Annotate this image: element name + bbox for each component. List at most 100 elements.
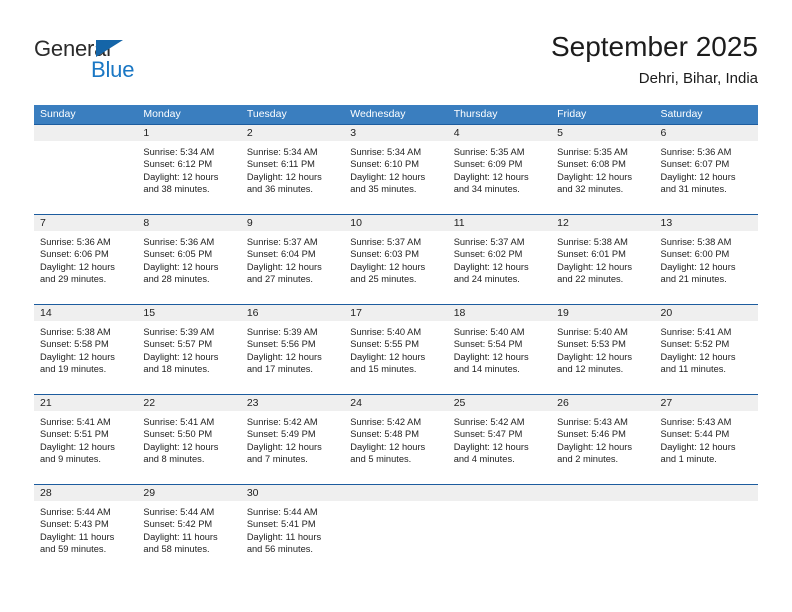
sunrise-line: Sunrise: 5:42 AM xyxy=(246,417,318,427)
sunrise-line: Sunrise: 5:43 AM xyxy=(557,417,628,427)
day-cell[interactable]: 16 Sunrise: 5:39 AM Sunset: 5:56 PM Dayl… xyxy=(240,305,345,394)
daylight-line-2: and 7 minutes. xyxy=(246,454,308,465)
sunset-line: Sunset: 5:55 PM xyxy=(350,339,419,350)
day-number: 24 xyxy=(344,395,448,411)
day-cell[interactable] xyxy=(34,125,138,214)
day-cell[interactable]: 29 Sunrise: 5:44 AM Sunset: 5:42 PM Dayl… xyxy=(137,485,241,574)
day-cell[interactable]: 21 Sunrise: 5:41 AM Sunset: 5:51 PM Dayl… xyxy=(34,395,138,484)
day-cell[interactable]: 27 Sunrise: 5:43 AM Sunset: 5:44 PM Dayl… xyxy=(654,395,758,484)
sunrise-line: Sunrise: 5:37 AM xyxy=(453,237,525,247)
daylight-line-1: Daylight: 12 hours xyxy=(557,351,633,362)
calendar-page: General Blue September 2025 Dehri, Bihar… xyxy=(0,0,792,612)
day-cell[interactable]: 25 Sunrise: 5:42 AM Sunset: 5:47 PM Dayl… xyxy=(447,395,552,484)
day-cell[interactable]: 5 Sunrise: 5:35 AM Sunset: 6:08 PM Dayli… xyxy=(551,125,655,214)
day-details: Sunrise: 5:35 AM Sunset: 6:08 PM Dayligh… xyxy=(551,141,654,196)
sunset-line: Sunset: 6:08 PM xyxy=(557,159,626,170)
day-cell[interactable]: 17 Sunrise: 5:40 AM Sunset: 5:55 PM Dayl… xyxy=(344,305,448,394)
day-cell[interactable]: 24 Sunrise: 5:42 AM Sunset: 5:48 PM Dayl… xyxy=(344,395,448,484)
day-cell[interactable]: 26 Sunrise: 5:43 AM Sunset: 5:46 PM Dayl… xyxy=(551,395,655,484)
day-cell[interactable]: 9 Sunrise: 5:37 AM Sunset: 6:04 PM Dayli… xyxy=(240,215,345,304)
day-cell[interactable]: 11 Sunrise: 5:37 AM Sunset: 6:02 PM Dayl… xyxy=(447,215,552,304)
page-header: General Blue September 2025 Dehri, Bihar… xyxy=(0,0,792,100)
day-cell[interactable]: 22 Sunrise: 5:41 AM Sunset: 5:50 PM Dayl… xyxy=(137,395,241,484)
daylight-line-2: and 2 minutes. xyxy=(557,454,619,465)
sunset-line: Sunset: 5:58 PM xyxy=(40,339,109,350)
day-cell[interactable]: 23 Sunrise: 5:42 AM Sunset: 5:49 PM Dayl… xyxy=(240,395,345,484)
sunrise-line: Sunrise: 5:38 AM xyxy=(660,237,732,247)
daylight-line-1: Daylight: 12 hours xyxy=(660,441,736,452)
day-cell[interactable]: 18 Sunrise: 5:40 AM Sunset: 5:54 PM Dayl… xyxy=(447,305,552,394)
sunset-line: Sunset: 6:07 PM xyxy=(660,159,730,170)
daylight-line-1: Daylight: 12 hours xyxy=(660,351,736,362)
sunrise-line: Sunrise: 5:35 AM xyxy=(453,147,525,157)
day-cell[interactable]: 15 Sunrise: 5:39 AM Sunset: 5:57 PM Dayl… xyxy=(137,305,241,394)
day-cell[interactable]: 3 Sunrise: 5:34 AM Sunset: 6:10 PM Dayli… xyxy=(344,125,448,214)
day-details: Sunrise: 5:38 AM Sunset: 5:58 PM Dayligh… xyxy=(34,321,137,376)
day-cell[interactable]: 19 Sunrise: 5:40 AM Sunset: 5:53 PM Dayl… xyxy=(551,305,655,394)
sunset-line: Sunset: 5:44 PM xyxy=(660,429,730,440)
day-cell[interactable] xyxy=(654,485,758,574)
day-cell[interactable] xyxy=(551,485,655,574)
day-details: Sunrise: 5:42 AM Sunset: 5:48 PM Dayligh… xyxy=(344,411,447,466)
day-details: Sunrise: 5:35 AM Sunset: 6:09 PM Dayligh… xyxy=(448,141,551,196)
weekday-header-tuesday: Tuesday xyxy=(246,108,287,120)
day-cell[interactable]: 12 Sunrise: 5:38 AM Sunset: 6:01 PM Dayl… xyxy=(551,215,655,304)
sunrise-line: Sunrise: 5:39 AM xyxy=(246,327,318,337)
day-details: Sunrise: 5:34 AM Sunset: 6:12 PM Dayligh… xyxy=(137,141,240,196)
day-number: 17 xyxy=(344,305,448,321)
day-details xyxy=(551,501,654,506)
day-number xyxy=(654,485,758,501)
day-cell[interactable]: 6 Sunrise: 5:36 AM Sunset: 6:07 PM Dayli… xyxy=(654,125,758,214)
daylight-line-1: Daylight: 11 hours xyxy=(246,531,322,542)
daylight-line-2: and 9 minutes. xyxy=(40,454,101,465)
sunrise-line: Sunrise: 5:34 AM xyxy=(246,147,318,157)
sunrise-line: Sunrise: 5:35 AM xyxy=(557,147,628,157)
sunset-line: Sunset: 6:06 PM xyxy=(40,249,109,260)
sunset-line: Sunset: 5:42 PM xyxy=(143,519,213,530)
sunrise-line: Sunrise: 5:34 AM xyxy=(350,147,422,157)
day-cell[interactable]: 30 Sunrise: 5:44 AM Sunset: 5:41 PM Dayl… xyxy=(240,485,345,574)
sunset-line: Sunset: 5:49 PM xyxy=(246,429,316,440)
day-cell[interactable]: 14 Sunrise: 5:38 AM Sunset: 5:58 PM Dayl… xyxy=(34,305,138,394)
day-number: 28 xyxy=(34,485,138,501)
sunrise-line: Sunrise: 5:38 AM xyxy=(557,237,628,247)
day-cell[interactable]: 1 Sunrise: 5:34 AM Sunset: 6:12 PM Dayli… xyxy=(137,125,241,214)
day-cell[interactable]: 8 Sunrise: 5:36 AM Sunset: 6:05 PM Dayli… xyxy=(137,215,241,304)
day-cell[interactable]: 2 Sunrise: 5:34 AM Sunset: 6:11 PM Dayli… xyxy=(240,125,345,214)
daylight-line-2: and 21 minutes. xyxy=(660,274,727,285)
day-number: 29 xyxy=(137,485,241,501)
daylight-line-1: Daylight: 12 hours xyxy=(350,261,426,272)
day-details: Sunrise: 5:44 AM Sunset: 5:42 PM Dayligh… xyxy=(137,501,240,556)
day-number: 26 xyxy=(551,395,655,411)
day-cell[interactable] xyxy=(447,485,552,574)
day-cell[interactable]: 4 Sunrise: 5:35 AM Sunset: 6:09 PM Dayli… xyxy=(447,125,552,214)
day-details: Sunrise: 5:44 AM Sunset: 5:43 PM Dayligh… xyxy=(34,501,137,556)
day-details: Sunrise: 5:37 AM Sunset: 6:03 PM Dayligh… xyxy=(344,231,447,286)
day-number xyxy=(551,485,655,501)
day-cell[interactable]: 10 Sunrise: 5:37 AM Sunset: 6:03 PM Dayl… xyxy=(344,215,448,304)
daylight-line-2: and 18 minutes. xyxy=(143,364,210,375)
day-details: Sunrise: 5:39 AM Sunset: 5:57 PM Dayligh… xyxy=(137,321,240,376)
day-cell[interactable]: 20 Sunrise: 5:41 AM Sunset: 5:52 PM Dayl… xyxy=(654,305,758,394)
day-details xyxy=(344,501,447,506)
day-cell[interactable]: 13 Sunrise: 5:38 AM Sunset: 6:00 PM Dayl… xyxy=(654,215,758,304)
sunrise-line: Sunrise: 5:44 AM xyxy=(246,507,318,517)
day-number: 14 xyxy=(34,305,138,321)
general-blue-logo[interactable]: General Blue xyxy=(34,36,204,84)
day-details: Sunrise: 5:43 AM Sunset: 5:46 PM Dayligh… xyxy=(551,411,654,466)
daylight-line-1: Daylight: 12 hours xyxy=(40,441,115,452)
daylight-line-1: Daylight: 12 hours xyxy=(143,261,219,272)
weekday-header-thursday: Thursday xyxy=(453,108,498,120)
day-details: Sunrise: 5:39 AM Sunset: 5:56 PM Dayligh… xyxy=(241,321,344,376)
day-number: 21 xyxy=(34,395,138,411)
daylight-line-2: and 5 minutes. xyxy=(350,454,412,465)
day-cell[interactable]: 7 Sunrise: 5:36 AM Sunset: 6:06 PM Dayli… xyxy=(34,215,138,304)
day-cell[interactable] xyxy=(344,485,448,574)
sunrise-line: Sunrise: 5:38 AM xyxy=(40,327,111,337)
sunset-line: Sunset: 6:05 PM xyxy=(143,249,213,260)
sunset-line: Sunset: 5:51 PM xyxy=(40,429,109,440)
daylight-line-1: Daylight: 12 hours xyxy=(246,171,322,182)
sunset-line: Sunset: 5:41 PM xyxy=(246,519,316,530)
day-cell[interactable]: 28 Sunrise: 5:44 AM Sunset: 5:43 PM Dayl… xyxy=(34,485,138,574)
day-number: 8 xyxy=(137,215,241,231)
